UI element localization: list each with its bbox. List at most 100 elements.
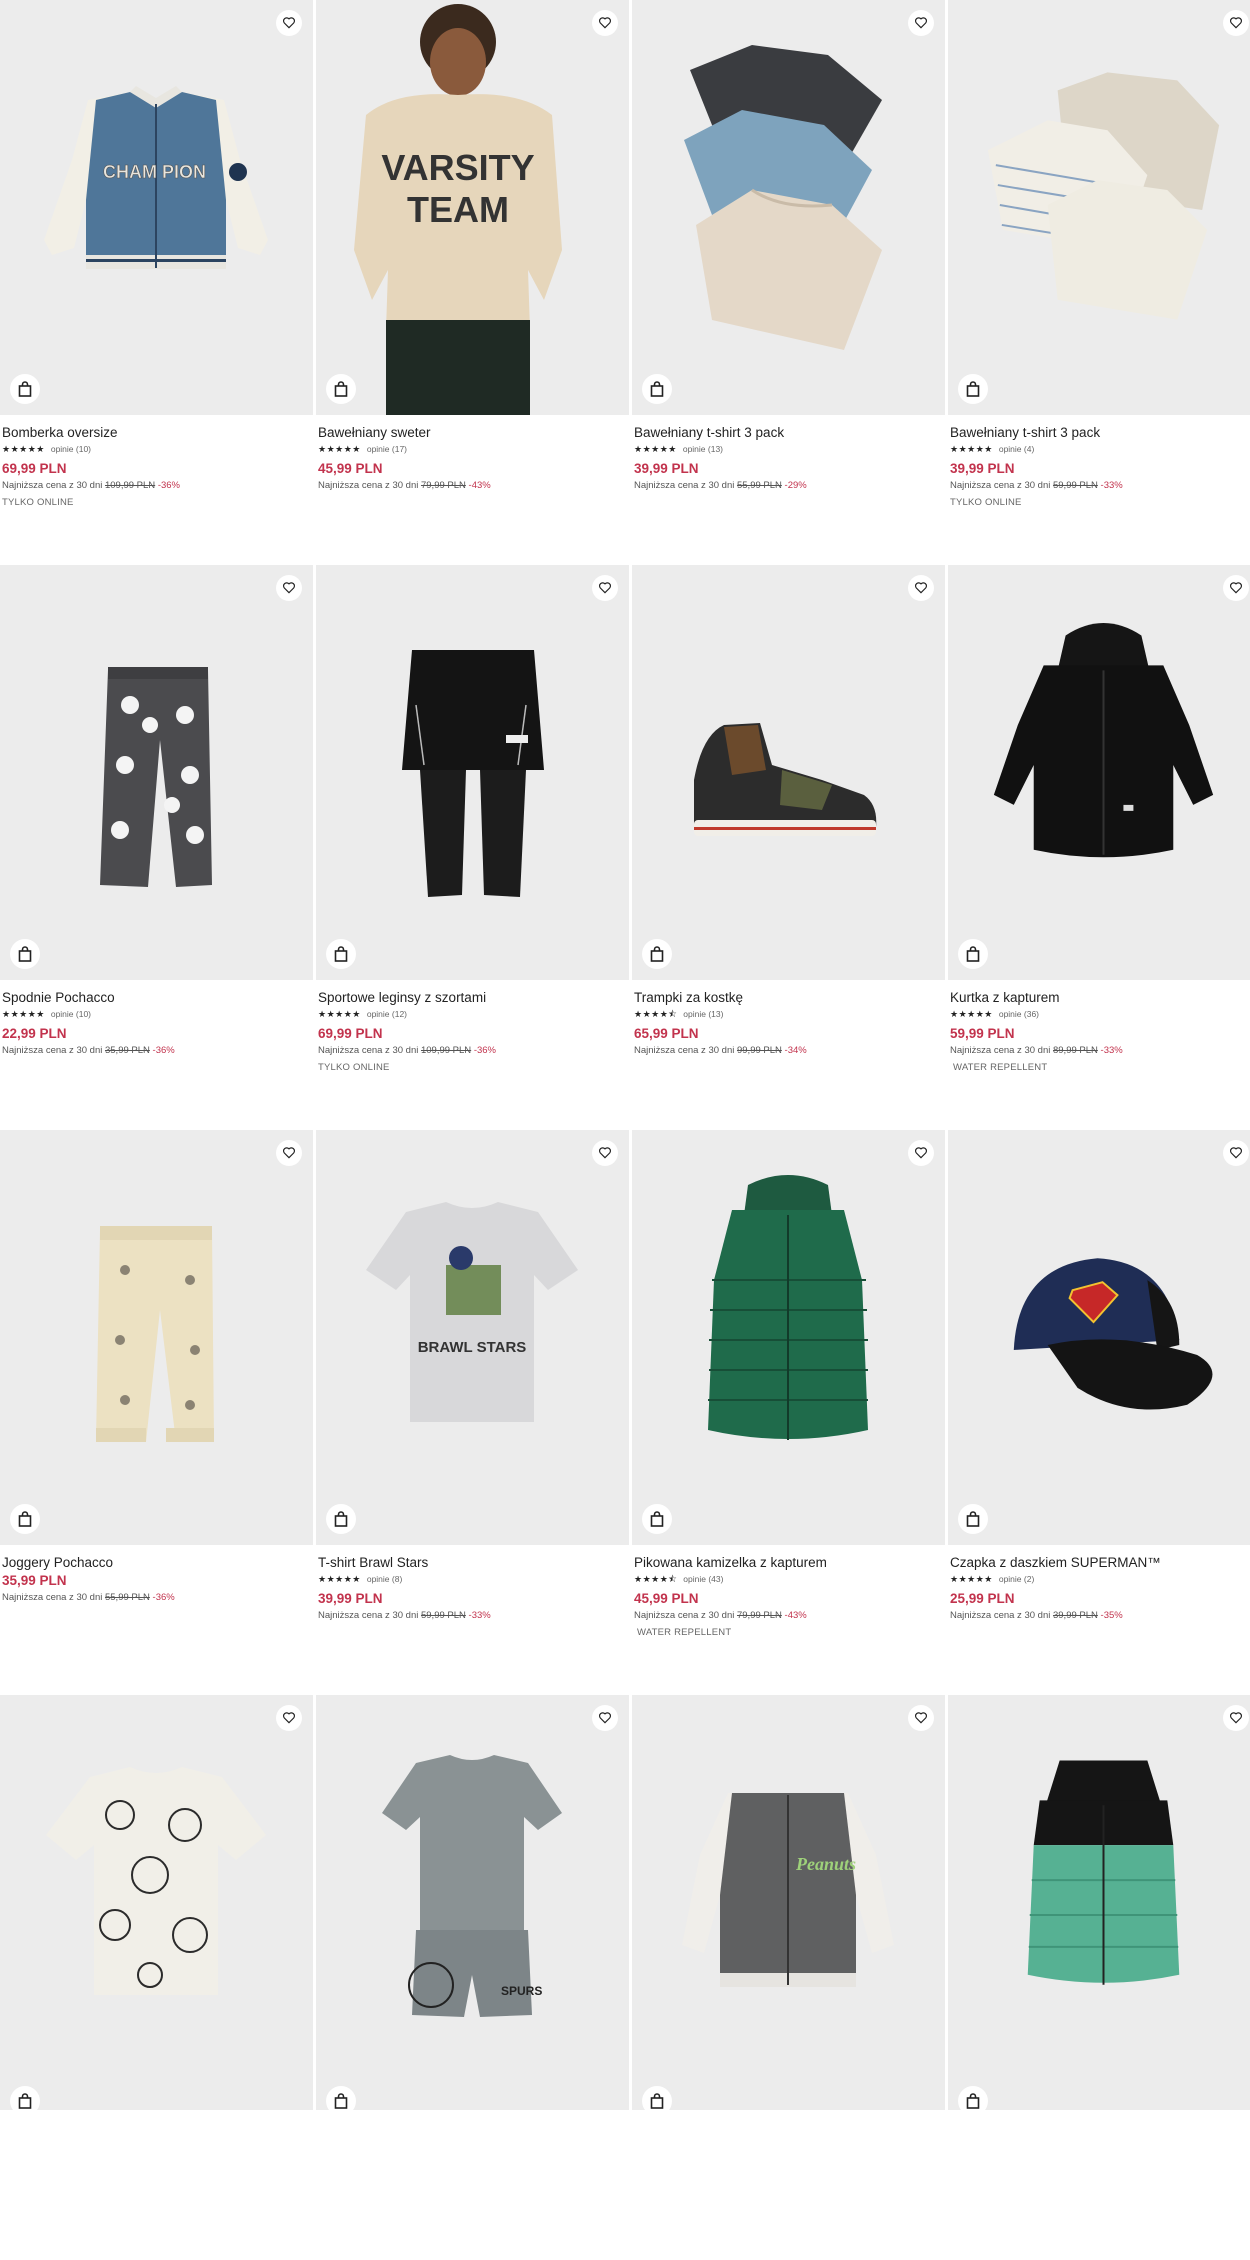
bomber-jacket-image: CHAM PION — [44, 86, 268, 269]
rating-stars: ★★★★★ — [318, 1574, 361, 1584]
wishlist-heart-icon[interactable] — [1223, 575, 1249, 601]
product-image[interactable]: BRAWL STARS — [316, 1130, 629, 1545]
product-image[interactable]: CHAM PION — [0, 0, 313, 415]
add-to-cart-bag-icon[interactable] — [958, 374, 988, 404]
wishlist-heart-icon[interactable] — [908, 10, 934, 36]
puffer-vest-image — [708, 1175, 868, 1440]
product-image[interactable]: SPURS — [316, 1695, 629, 2110]
review-count[interactable]: opinie (2) — [999, 1574, 1034, 1584]
product-card[interactable]: BRAWL STARS T-shirt Brawl Stars ★★★★★ opi… — [316, 1130, 629, 1695]
product-name[interactable]: Trampki za kostkę — [634, 989, 941, 1006]
product-image[interactable] — [0, 1695, 313, 2110]
product-image[interactable] — [948, 565, 1250, 980]
product-card[interactable]: Sportowe leginsy z szortami ★★★★★ opinie … — [316, 565, 629, 1130]
review-count[interactable]: opinie (13) — [683, 444, 723, 454]
product-image[interactable] — [316, 565, 629, 980]
add-to-cart-bag-icon[interactable] — [958, 1504, 988, 1534]
product-image[interactable] — [948, 0, 1250, 415]
review-count[interactable]: opinie (43) — [683, 1574, 723, 1584]
wishlist-heart-icon[interactable] — [276, 575, 302, 601]
product-name[interactable]: Pikowana kamizelka z kapturem — [634, 1554, 941, 1571]
product-name[interactable]: Bawełniany t-shirt 3 pack — [634, 424, 941, 441]
add-to-cart-bag-icon[interactable] — [958, 2086, 988, 2110]
old-price: 79,99 PLN — [420, 480, 466, 491]
product-name[interactable]: Spodnie Pochacco — [2, 989, 309, 1006]
product-card[interactable]: Joggery Pochacco 35,99 PLN Najniższa cen… — [0, 1130, 313, 1695]
wishlist-heart-icon[interactable] — [276, 10, 302, 36]
product-card[interactable] — [0, 1695, 313, 2260]
product-image[interactable] — [0, 1130, 313, 1545]
product-card[interactable] — [948, 1695, 1250, 2260]
product-image[interactable] — [632, 1130, 945, 1545]
rating: ★★★★★ opinie (8) — [318, 1573, 625, 1585]
product-image[interactable] — [0, 565, 313, 980]
product-image[interactable] — [632, 565, 945, 980]
wishlist-heart-icon[interactable] — [592, 1705, 618, 1731]
product-card[interactable]: Kurtka z kapturem ★★★★★ opinie (36) 59,99… — [948, 565, 1250, 1130]
product-name[interactable]: Bawełniany sweter — [318, 424, 625, 441]
product-card[interactable]: CHAM PION Bomberka oversize ★★★★★ opinie … — [0, 0, 313, 565]
old-price: 55,99 PLN — [104, 1592, 150, 1603]
old-price: 35,99 PLN — [104, 1045, 150, 1056]
lowest-price-label: Najniższa cena z 30 dni — [2, 480, 103, 491]
tshirt-image: BRAWL STARS — [366, 1202, 578, 1422]
add-to-cart-bag-icon[interactable] — [642, 374, 672, 404]
product-image[interactable]: VARSITY TEAM — [316, 0, 629, 415]
add-to-cart-bag-icon[interactable] — [326, 2086, 356, 2110]
wishlist-heart-icon[interactable] — [276, 1140, 302, 1166]
add-to-cart-bag-icon[interactable] — [10, 939, 40, 969]
product-name[interactable]: Bomberka oversize — [2, 424, 309, 441]
product-card[interactable]: Bawełniany t-shirt 3 pack ★★★★★ opinie (1… — [632, 0, 945, 565]
add-to-cart-bag-icon[interactable] — [958, 939, 988, 969]
lowest-price-label: Najniższa cena z 30 dni — [634, 1045, 735, 1056]
review-count[interactable]: opinie (17) — [367, 444, 407, 454]
add-to-cart-bag-icon[interactable] — [326, 374, 356, 404]
wishlist-heart-icon[interactable] — [908, 1140, 934, 1166]
product-card[interactable]: SPURS — [316, 1695, 629, 2260]
product-image[interactable]: Peanuts — [632, 1695, 945, 2110]
product-card[interactable]: VARSITY TEAM Bawełniany sweter ★★★★★ opin… — [316, 0, 629, 565]
wishlist-heart-icon[interactable] — [1223, 1140, 1249, 1166]
product-name[interactable]: T-shirt Brawl Stars — [318, 1554, 625, 1571]
two-tone-vest-image — [1027, 1760, 1180, 1985]
product-card[interactable]: Czapka z daszkiem SUPERMAN™ ★★★★★ opinie … — [948, 1130, 1250, 1695]
review-count[interactable]: opinie (8) — [367, 1574, 402, 1584]
review-count[interactable]: opinie (12) — [367, 1009, 407, 1019]
rating-stars: ★★★★★ — [2, 444, 45, 454]
product-card[interactable]: Pikowana kamizelka z kapturem ★★★★⯪ opini… — [632, 1130, 945, 1695]
review-count[interactable]: opinie (36) — [999, 1009, 1039, 1019]
rating: ★★★★★ opinie (17) — [318, 443, 625, 455]
product-image[interactable] — [948, 1695, 1250, 2110]
wishlist-heart-icon[interactable] — [592, 1140, 618, 1166]
add-to-cart-bag-icon[interactable] — [10, 2086, 40, 2110]
wishlist-heart-icon[interactable] — [276, 1705, 302, 1731]
product-card[interactable]: Peanuts — [632, 1695, 945, 2260]
add-to-cart-bag-icon[interactable] — [642, 939, 672, 969]
wishlist-heart-icon[interactable] — [592, 10, 618, 36]
product-name[interactable]: Joggery Pochacco — [2, 1554, 309, 1571]
product-name[interactable]: Kurtka z kapturem — [950, 989, 1250, 1006]
product-card[interactable]: Trampki za kostkę ★★★★⯪ opinie (13) 65,99… — [632, 565, 945, 1130]
add-to-cart-bag-icon[interactable] — [642, 1504, 672, 1534]
review-count[interactable]: opinie (10) — [51, 444, 91, 454]
wishlist-heart-icon[interactable] — [908, 575, 934, 601]
add-to-cart-bag-icon[interactable] — [326, 939, 356, 969]
review-count[interactable]: opinie (13) — [683, 1009, 723, 1019]
wishlist-heart-icon[interactable] — [1223, 10, 1249, 36]
add-to-cart-bag-icon[interactable] — [642, 2086, 672, 2110]
product-card[interactable]: Spodnie Pochacco ★★★★★ opinie (10) 22,99 … — [0, 565, 313, 1130]
product-name[interactable]: Czapka z daszkiem SUPERMAN™ — [950, 1554, 1250, 1571]
review-count[interactable]: opinie (4) — [999, 444, 1034, 454]
product-image[interactable] — [948, 1130, 1250, 1545]
product-image[interactable] — [632, 0, 945, 415]
add-to-cart-bag-icon[interactable] — [10, 1504, 40, 1534]
wishlist-heart-icon[interactable] — [592, 575, 618, 601]
product-name[interactable]: Sportowe leginsy z szortami — [318, 989, 625, 1006]
add-to-cart-bag-icon[interactable] — [10, 374, 40, 404]
add-to-cart-bag-icon[interactable] — [326, 1504, 356, 1534]
product-name[interactable]: Bawełniany t-shirt 3 pack — [950, 424, 1250, 441]
review-count[interactable]: opinie (10) — [51, 1009, 91, 1019]
wishlist-heart-icon[interactable] — [1223, 1705, 1249, 1731]
wishlist-heart-icon[interactable] — [908, 1705, 934, 1731]
product-card[interactable]: Bawełniany t-shirt 3 pack ★★★★★ opinie (4… — [948, 0, 1250, 565]
